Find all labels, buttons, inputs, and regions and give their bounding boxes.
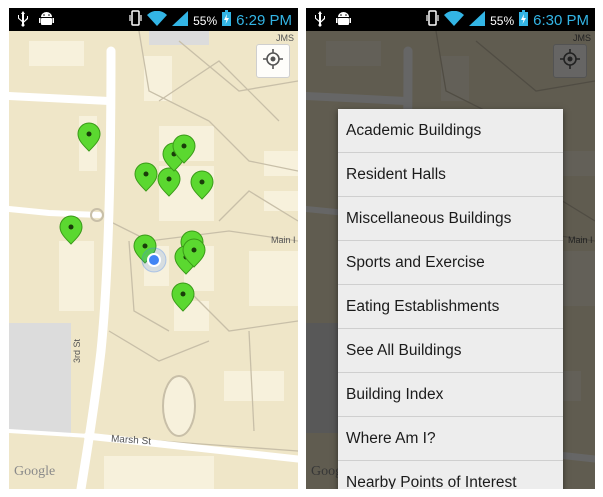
- google-logo: Google: [14, 464, 56, 479]
- battery-percent: 55%: [490, 13, 515, 28]
- menu-item-nearby-points-of-interest[interactable]: Nearby Points of Interest: [338, 461, 563, 489]
- my-location-dot: [141, 247, 167, 273]
- battery-percent: 55%: [193, 13, 218, 28]
- wifi-icon: [444, 10, 465, 31]
- menu-item-resident-halls[interactable]: Resident Halls: [338, 153, 563, 197]
- vibrate-icon: [426, 10, 439, 31]
- right-screen: 55% 6:30 PM Academic Buildings Resident …: [306, 8, 595, 489]
- usb-icon: [17, 11, 29, 32]
- battery-charging-icon: [222, 10, 232, 31]
- android-debug-icon: [39, 11, 54, 32]
- signal-icon: [172, 10, 189, 31]
- status-bar: 55% 6:29 PM: [9, 8, 298, 31]
- vibrate-icon: [129, 10, 142, 31]
- menu-item-miscellaneous-buildings[interactable]: Miscellaneous Buildings: [338, 197, 563, 241]
- map-label-3rd: 3rd St: [72, 338, 83, 364]
- crosshair-icon: [263, 48, 283, 74]
- status-bar: 55% 6:30 PM: [306, 8, 595, 31]
- status-time: 6:30 PM: [533, 12, 589, 29]
- campus-map[interactable]: JMS Main I 3rd St Marsh St Google: [9, 31, 298, 489]
- battery-charging-icon: [519, 10, 529, 31]
- category-menu: Academic Buildings Resident Halls Miscel…: [338, 109, 563, 489]
- menu-item-sports-and-exercise[interactable]: Sports and Exercise: [338, 241, 563, 285]
- menu-item-building-index[interactable]: Building Index: [338, 373, 563, 417]
- wifi-icon: [147, 10, 168, 31]
- android-debug-icon: [336, 11, 351, 32]
- menu-item-academic-buildings[interactable]: Academic Buildings: [338, 109, 563, 153]
- signal-icon: [469, 10, 486, 31]
- map-label-jms: JMS: [276, 33, 294, 43]
- map-label-main: Main I: [271, 235, 296, 245]
- menu-item-eating-establishments[interactable]: Eating Establishments: [338, 285, 563, 329]
- menu-item-where-am-i[interactable]: Where Am I?: [338, 417, 563, 461]
- usb-icon: [314, 11, 326, 32]
- left-screen: 55% 6:29 PM JMS Main I 3rd St Marsh St G…: [9, 8, 298, 489]
- menu-item-see-all-buildings[interactable]: See All Buildings: [338, 329, 563, 373]
- my-location-button[interactable]: [256, 44, 290, 78]
- status-time: 6:29 PM: [236, 12, 292, 29]
